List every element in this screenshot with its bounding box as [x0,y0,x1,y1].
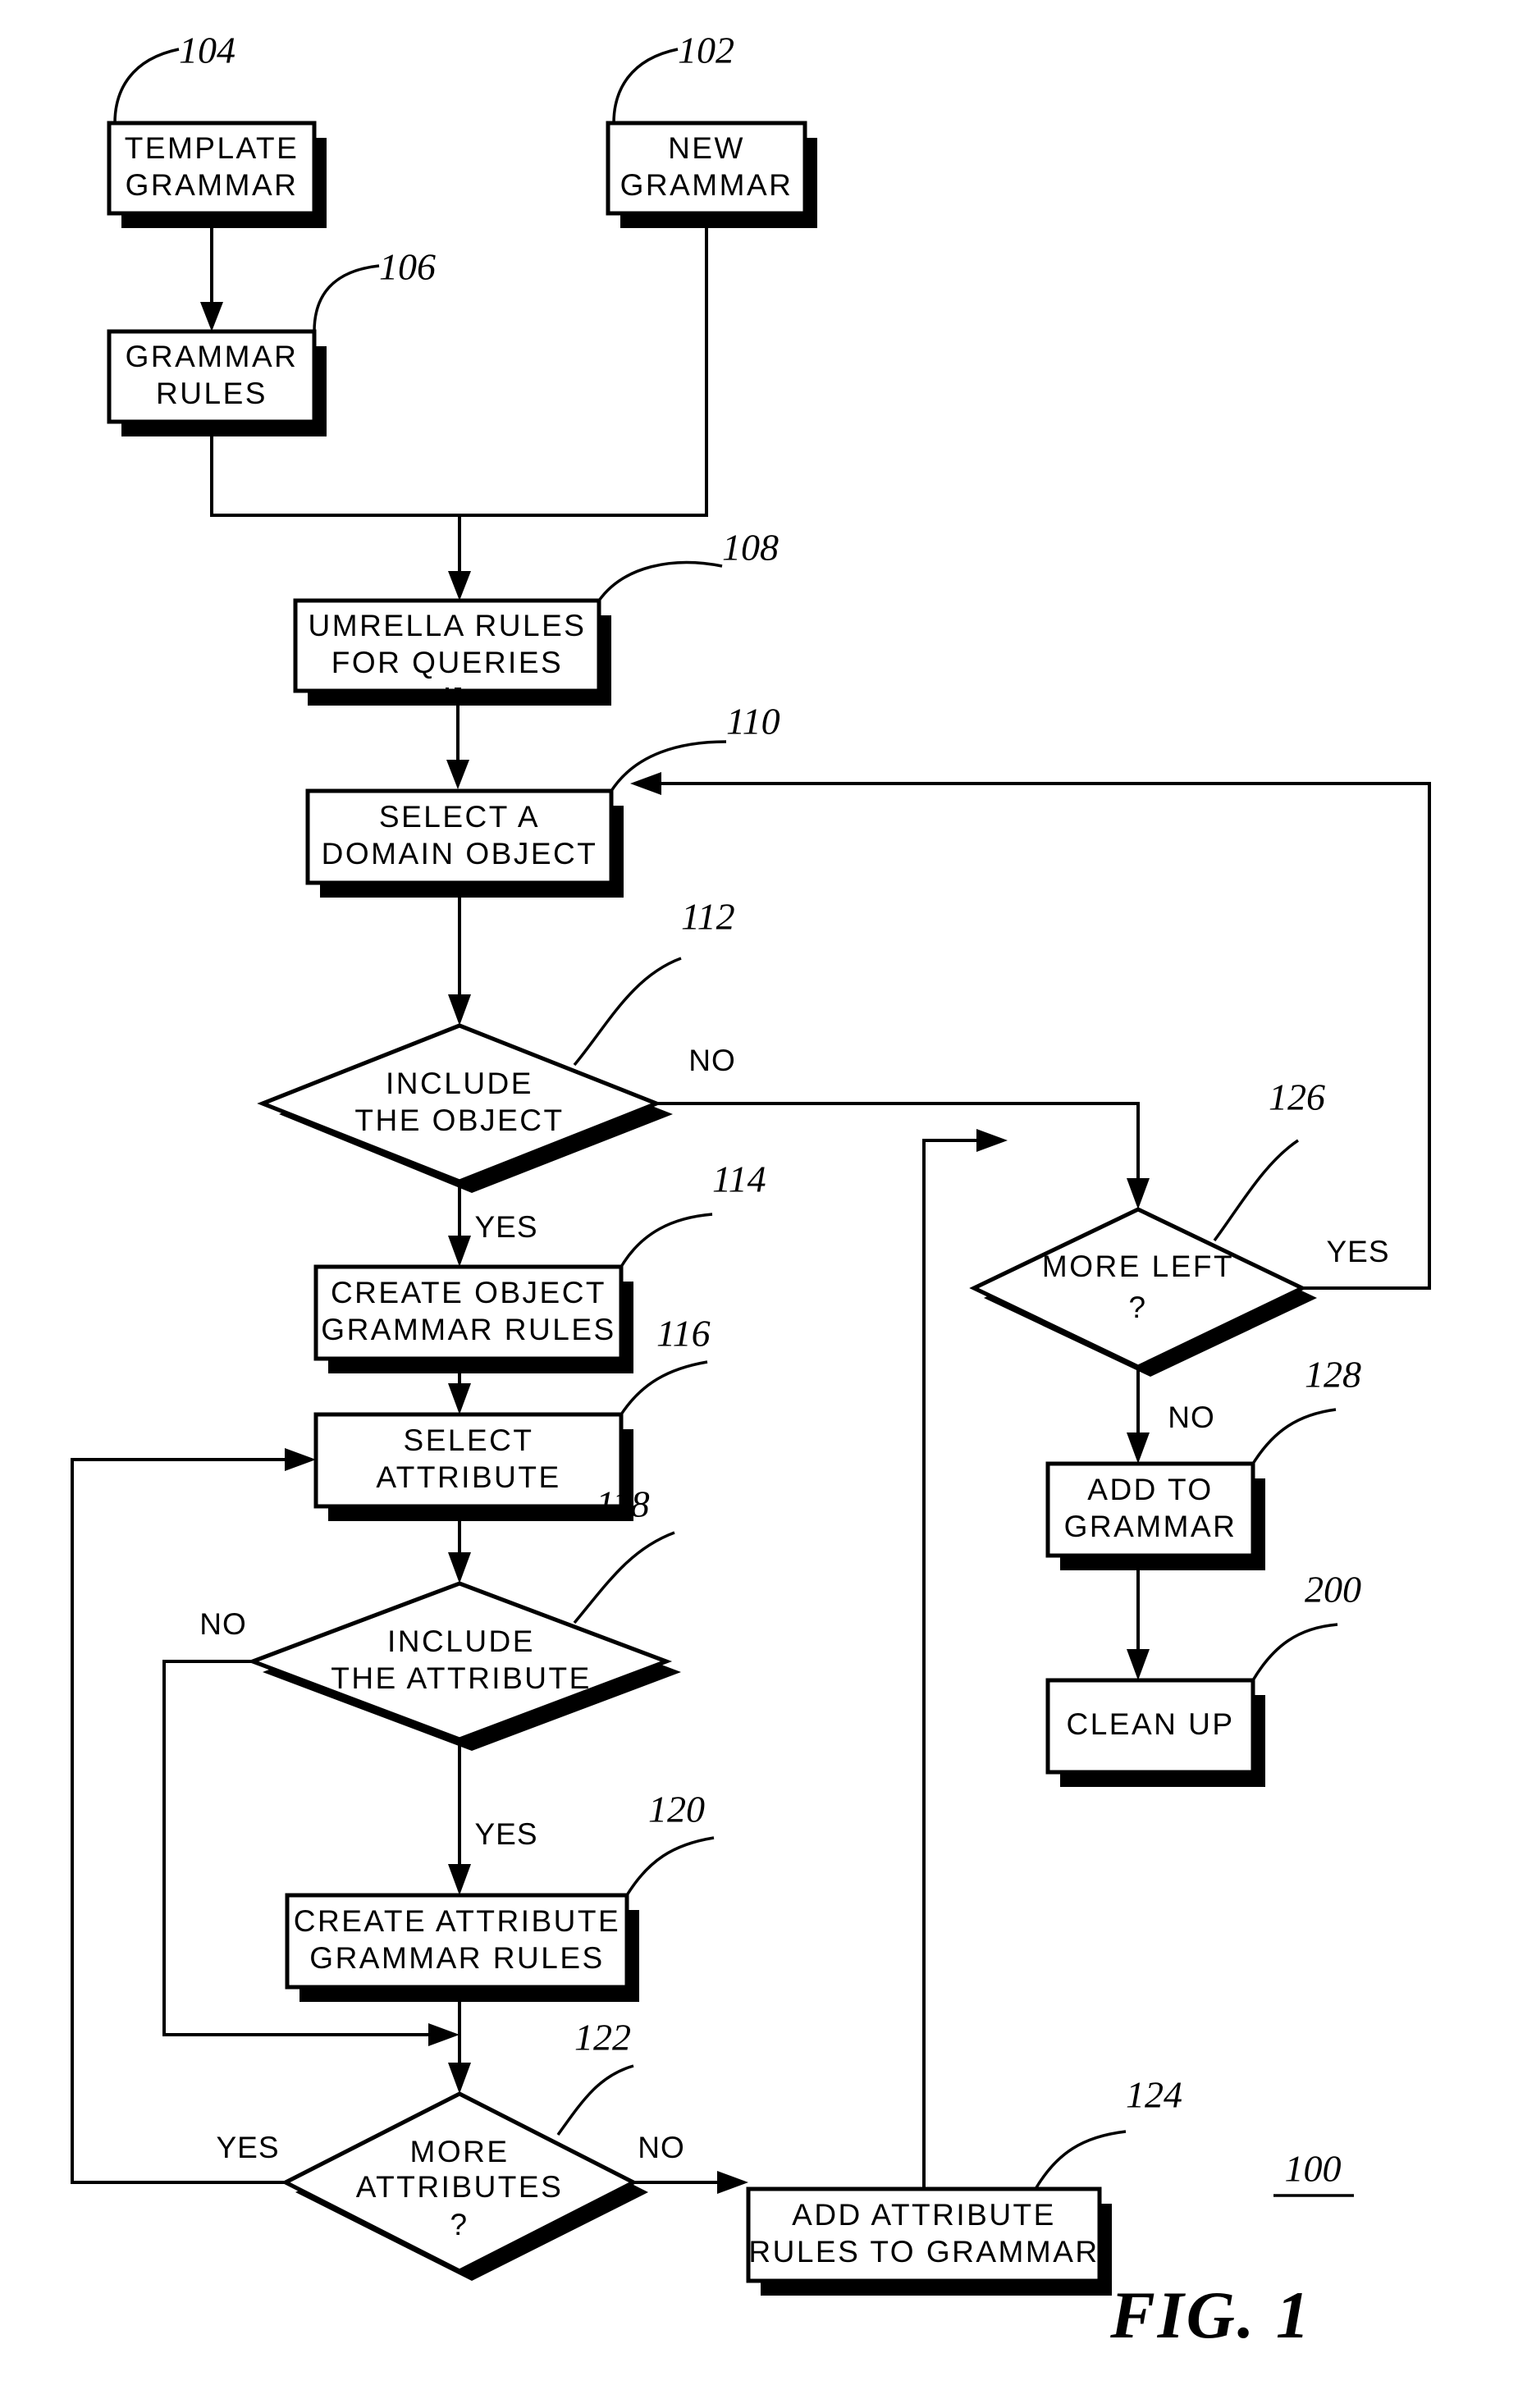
ref-label-102: 102 [678,30,734,71]
edge-include-object-yes [448,1181,471,1267]
leader-line-128 [1251,1408,1337,1464]
edge-label-more-attributes-no: NO [638,2131,685,2164]
node-label-line: CREATE ATTRIBUTE [294,1904,620,1938]
node-label-line: GRAMMAR RULES [321,1313,615,1346]
node-label-line: ATTRIBUTES [356,2170,564,2204]
flowchart-canvas: TEMPLATE GRAMMAR 104 NEW GRAMMAR 102 GRA… [71,30,1431,2352]
edge-more-left-yes [630,772,1431,1290]
node-label-line: UMRELLA RULES [309,609,587,642]
ref-label-112: 112 [681,896,735,938]
leader-line-114 [620,1213,713,1268]
node-grammar-rules: GRAMMAR RULES [107,329,327,436]
node-clean-up: CLEAN UP [1045,1678,1265,1787]
node-label-line: SELECT [404,1423,534,1457]
node-label-line: ? [1128,1291,1147,1324]
edge-label-include-object-no: NO [688,1044,736,1077]
edge-label-include-attribute-yes: YES [474,1817,537,1851]
node-more-attributes-decision: MORE ATTRIBUTES ? [281,2091,648,2281]
leader-line-116 [620,1360,708,1415]
node-label-line: CREATE OBJECT [331,1276,606,1309]
leader-line-108 [597,560,723,602]
ref-label-120: 120 [648,1789,705,1830]
node-new-grammar: NEW GRAMMAR [606,121,817,228]
ref-label-200: 200 [1305,1569,1361,1611]
ref-label-124: 124 [1126,2074,1182,2116]
ref-label-110: 110 [726,701,780,743]
edge-more-attributes-no [633,2171,748,2194]
node-label-line: GRAMMAR [126,340,299,373]
leader-line-118 [573,1531,675,1624]
node-add-to-grammar: ADD TO GRAMMAR [1045,1461,1265,1570]
node-label-line: THE OBJECT [354,1103,564,1137]
node-label-line: MORE [410,2135,510,2168]
node-label-line: SELECT A [379,800,540,834]
node-label-line: ADD ATTRIBUTE [792,2198,1056,2232]
node-label-line: GRAMMAR [620,168,793,202]
node-label-line: DOMAIN OBJECT [322,837,598,870]
node-label-line: RULES TO GRAMMAR [748,2235,1099,2269]
node-label-line: GRAMMAR RULES [309,1941,604,1975]
leader-line-106 [313,264,380,332]
edge-create-attr-to-more-attrs [448,2002,471,2094]
node-label-line: INCLUDE [387,1624,535,1658]
node-label-line: THE ATTRIBUTE [331,1661,592,1695]
leader-line-120 [625,1836,715,1896]
ref-label-108: 108 [722,527,779,569]
node-label-line: MORE LEFT [1042,1250,1234,1283]
node-select-attribute: SELECT ATTRIBUTE [313,1412,633,1521]
edge-template-to-rules [200,228,223,331]
edge-select-attr-to-include-attr [448,1521,471,1583]
ref-label-116: 116 [656,1313,711,1355]
edge-create-object-to-select-attr [448,1373,471,1414]
node-include-attribute-decision: INCLUDE THE ATTRIBUTE [246,1581,681,1751]
ref-label-128: 128 [1305,1354,1361,1396]
leader-line-200 [1251,1623,1338,1681]
node-label-line: GRAMMAR [1064,1510,1237,1543]
edge-add-to-grammar-to-clean-up [1127,1570,1150,1680]
node-umbrella-rules: UMRELLA RULES FOR QUERIES [293,598,611,706]
edge-more-left-no [1127,1367,1150,1464]
node-label-line: FOR QUERIES [331,646,563,679]
edge-label-more-left-yes: YES [1326,1235,1389,1268]
edge-label-include-object-yes: YES [474,1210,537,1244]
ref-label-114: 114 [712,1158,766,1200]
node-add-attribute-rules: ADD ATTRIBUTE RULES TO GRAMMAR [746,2186,1112,2296]
edge-more-attributes-yes [71,1448,316,2184]
node-label-line: ADD TO [1087,1473,1213,1506]
patent-figure: TEMPLATE GRAMMAR 104 NEW GRAMMAR 102 GRA… [0,0,1518,2408]
leader-line-104 [113,48,180,124]
leader-line-102 [612,48,679,124]
leader-line-124 [1034,2130,1127,2190]
edge-label-more-attributes-yes: YES [216,2131,279,2164]
figure-caption: FIG. 1 [1109,2278,1312,2352]
ref-label-118: 118 [596,1483,650,1525]
edge-include-attribute-yes [448,1739,471,1895]
node-label-line: RULES [156,377,267,410]
node-select-domain-object: SELECT A DOMAIN OBJECT [305,788,624,898]
edge-select-object-to-include-object [448,898,471,1026]
edge-label-more-left-no: NO [1168,1400,1215,1434]
leader-line-122 [556,2064,634,2136]
system-ref-text: 100 [1285,2148,1342,2190]
leader-line-112 [573,957,682,1067]
node-include-object-decision: INCLUDE THE OBJECT [257,1023,673,1193]
ref-label-122: 122 [574,2017,631,2058]
edge-label-include-attribute-no: NO [199,1607,247,1641]
node-label-line: ATTRIBUTE [376,1460,560,1494]
node-label-line: CLEAN UP [1066,1707,1234,1741]
node-template-grammar: TEMPLATE GRAMMAR [107,121,327,228]
node-label-line: GRAMMAR [126,168,299,202]
node-label-line: NEW [668,131,745,165]
node-create-attribute-rules: CREATE ATTRIBUTE GRAMMAR RULES [285,1893,639,2002]
ref-label-104: 104 [179,30,235,71]
node-label-line: INCLUDE [386,1067,533,1100]
ref-label-126: 126 [1269,1076,1325,1118]
ref-label-106: 106 [379,246,436,288]
system-reference-100: 100 [1273,2148,1354,2197]
node-label-line: ? [450,2208,469,2241]
leader-line-126 [1213,1139,1299,1242]
node-label-line: TEMPLATE [125,131,299,165]
node-create-object-rules: CREATE OBJECT GRAMMAR RULES [313,1264,633,1373]
node-more-left-decision: MORE LEFT ? [969,1207,1317,1377]
